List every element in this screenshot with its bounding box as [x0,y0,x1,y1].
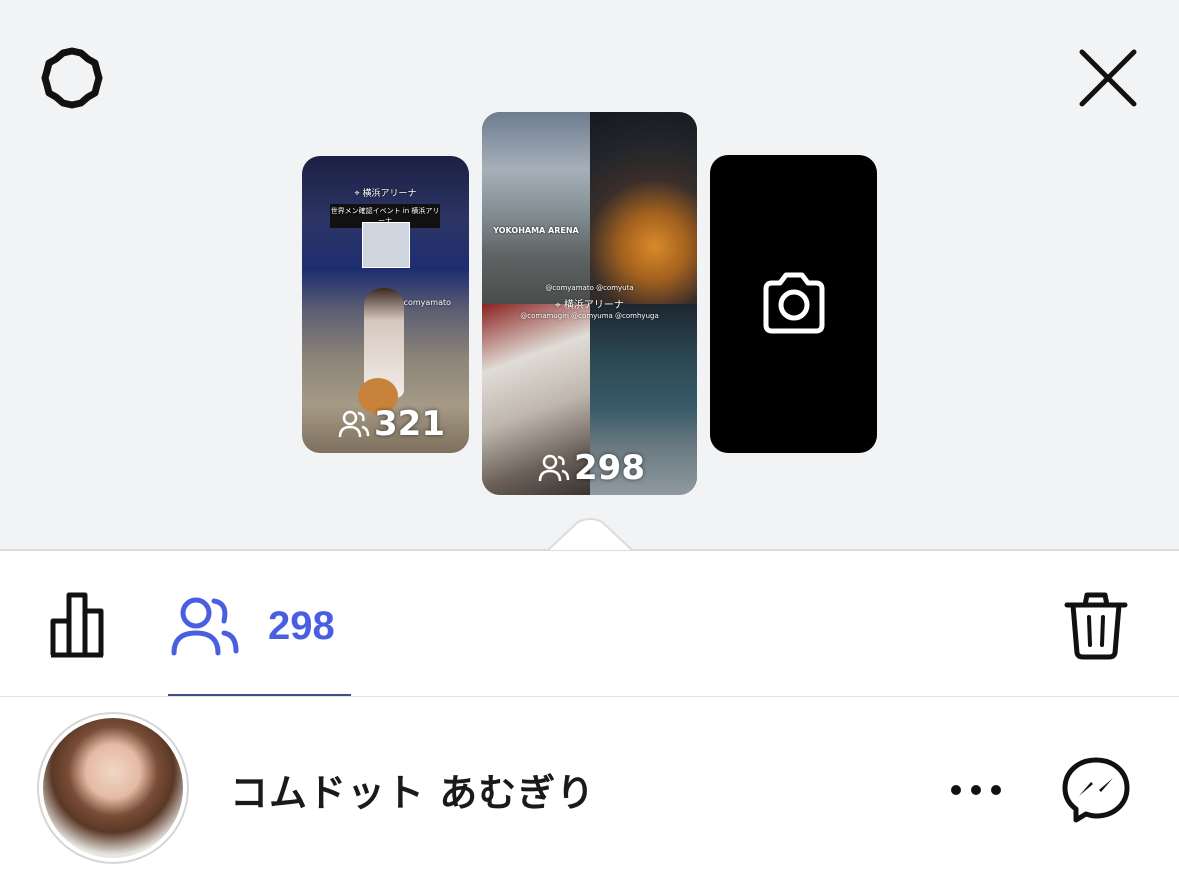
story-mentions: @comyamato @comyuta [545,284,634,292]
gear-icon [41,47,103,109]
people-icon [538,454,570,482]
story-thumbnail[interactable]: ⌖ 横浜アリーナ 世界メン確認イベント in 横浜アリーナ @comyamato… [302,156,469,453]
divider [0,696,1179,697]
insights-button[interactable] [48,590,120,662]
close-button[interactable] [1070,40,1146,116]
close-icon [1079,49,1137,107]
story-viewer-count: 321 [338,404,445,444]
story-thumbnail-active[interactable]: YOKOHAMA ARENA @comyamato @comyuta ⌖ 横浜ア… [482,112,697,495]
venue-sign: YOKOHAMA ARENA [493,226,579,235]
viewers-tab[interactable]: 298 [170,590,335,662]
send-message-button[interactable] [1058,754,1134,826]
pointer-notch [548,518,632,551]
people-icon [338,410,370,438]
camera-icon [763,272,825,334]
delete-story-button[interactable] [1060,588,1132,664]
settings-button[interactable] [34,40,110,116]
people-icon [171,597,239,656]
add-story-button[interactable] [710,155,877,453]
avatar[interactable] [37,712,189,864]
story-photo-plush [590,112,697,304]
story-photo-arena [482,112,590,304]
trash-icon [1064,592,1128,660]
story-location: ⌖ 横浜アリーナ [555,300,624,311]
messenger-icon [1062,757,1130,823]
story-mentions-2: @comamugiri @comyuma @comhyuga [520,312,659,320]
viewers-count: 298 [268,603,335,648]
photo-sticker [362,222,410,268]
more-options-button[interactable] [940,762,1012,818]
location-pin-icon: ⌖ [555,300,561,311]
avatar-photo [43,718,183,858]
viewer-username[interactable]: コムドット あむぎり [230,762,595,817]
bar-chart-icon [50,592,104,658]
story-viewer-count: 298 [538,448,645,488]
location-pin-icon: ⌖ [354,189,360,199]
more-icon [951,785,1001,795]
story-location: ⌖ 横浜アリーナ [354,189,417,199]
